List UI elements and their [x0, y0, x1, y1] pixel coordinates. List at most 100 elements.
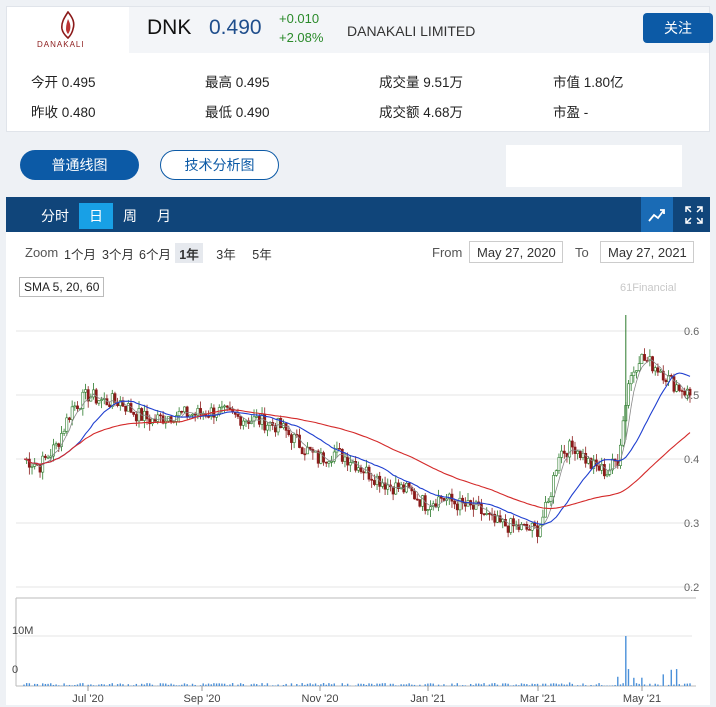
candle: [54, 443, 58, 446]
candle: [627, 383, 630, 406]
candle: [265, 424, 269, 431]
volume-bar: [199, 685, 202, 686]
volume-bar: [149, 683, 151, 686]
volume-bar: [132, 685, 135, 686]
volume-bar: [477, 683, 480, 686]
technical-chart-button[interactable]: 技术分析图: [160, 150, 279, 180]
tab-daily[interactable]: 日: [79, 203, 113, 229]
candle: [338, 448, 342, 450]
candle: [177, 411, 181, 416]
candle: [46, 456, 50, 459]
volume-bar: [218, 683, 220, 686]
stat-open: 今开 0.495: [31, 75, 96, 90]
volume-bar: [405, 684, 408, 686]
volume-bar: [360, 683, 362, 686]
stat-high: 最高 0.495: [205, 75, 270, 90]
volume-bar: [71, 685, 73, 686]
y-tick-label: 0.2: [684, 582, 699, 594]
tab-weekly[interactable]: 周: [113, 203, 147, 229]
volume-bar: [625, 636, 627, 686]
volume-bar: [191, 683, 194, 686]
volume-bar: [82, 683, 84, 686]
volume-bar: [649, 683, 651, 686]
zoom-3y-button[interactable]: 3年: [212, 243, 240, 263]
candle: [193, 413, 197, 416]
candle: [100, 399, 103, 401]
candle: [137, 408, 141, 422]
volume-bar: [143, 684, 146, 686]
volume-bar: [542, 683, 544, 686]
candle: [509, 518, 513, 533]
candle: [597, 465, 601, 471]
volume-bar: [389, 683, 392, 686]
to-date-input[interactable]: May 27, 2021: [600, 241, 694, 263]
volume-bar: [512, 685, 515, 686]
volume-bar: [432, 683, 434, 686]
volume-bar: [231, 683, 234, 686]
zoom-6m-button[interactable]: 6个月: [137, 243, 173, 263]
price-chart[interactable]: 0.20.30.40.50.610M0Jul '20 Sep '20 Nov '20…: [6, 271, 710, 705]
follow-button[interactable]: 关注: [643, 13, 713, 43]
volume-bar: [550, 683, 552, 686]
volume-bar: [36, 683, 39, 686]
volume-bar: [285, 683, 287, 686]
from-date-input[interactable]: May 27, 2020: [469, 241, 563, 263]
volume-bar: [122, 684, 124, 686]
volume-bar: [496, 684, 499, 686]
zoom-3m-button[interactable]: 3个月: [100, 243, 136, 263]
candle: [180, 411, 184, 413]
volume-bar: [322, 683, 325, 686]
candle: [92, 389, 95, 398]
candle: [290, 434, 293, 443]
volume-bar: [44, 683, 47, 686]
volume-bar: [601, 685, 603, 686]
volume-bar: [183, 683, 186, 686]
volume-bar: [277, 684, 279, 686]
volume-bar: [582, 683, 584, 686]
volume-bar: [116, 684, 119, 686]
candle: [442, 498, 446, 501]
candle: [683, 390, 687, 396]
volume-bar: [79, 683, 81, 686]
tab-intraday[interactable]: 分时: [35, 203, 75, 229]
candle: [70, 406, 74, 420]
volume-bar: [33, 683, 36, 686]
volume-bar: [100, 684, 103, 686]
fullscreen-icon[interactable]: [678, 197, 710, 232]
zoom-1m-button[interactable]: 1个月: [62, 243, 98, 263]
normal-chart-button[interactable]: 普通线图: [20, 150, 139, 180]
volume-bar: [667, 684, 670, 686]
stat-pe: 市盈 -: [553, 105, 589, 120]
volume-bar: [662, 674, 664, 686]
volume-bar: [443, 684, 445, 686]
candle: [453, 500, 457, 505]
volume-bar: [178, 685, 180, 686]
zoom-1y-button[interactable]: 1年: [175, 243, 203, 263]
volume-bar: [221, 683, 223, 686]
volume-bar: [202, 683, 204, 686]
volume-bar: [657, 684, 659, 686]
line-chart-icon[interactable]: [641, 197, 673, 232]
volume-bar: [480, 684, 483, 686]
volume-bar: [558, 684, 560, 686]
candle: [68, 417, 71, 420]
volume-bar: [469, 683, 472, 686]
volume-bar: [507, 683, 509, 686]
candle: [458, 497, 462, 511]
zoom-5y-button[interactable]: 5年: [248, 243, 276, 263]
volume-bar: [633, 677, 635, 686]
volume-bar: [376, 683, 378, 686]
candle: [340, 448, 344, 462]
volume-bar: [92, 685, 95, 686]
volume-bar: [119, 683, 121, 686]
candle: [680, 390, 684, 392]
stat-volume: 成交量 9.51万: [379, 75, 464, 90]
zoom-toolbar: Zoom 1个月 3个月 6个月 1年 3年 5年 From May 27, 2…: [6, 233, 710, 271]
candle: [659, 370, 662, 373]
volume-bar: [571, 683, 574, 686]
volume-bar: [403, 684, 405, 686]
volume-bar: [90, 684, 92, 686]
candle: [362, 471, 366, 474]
volume-bar: [210, 684, 212, 686]
tab-monthly[interactable]: 月: [147, 203, 181, 229]
